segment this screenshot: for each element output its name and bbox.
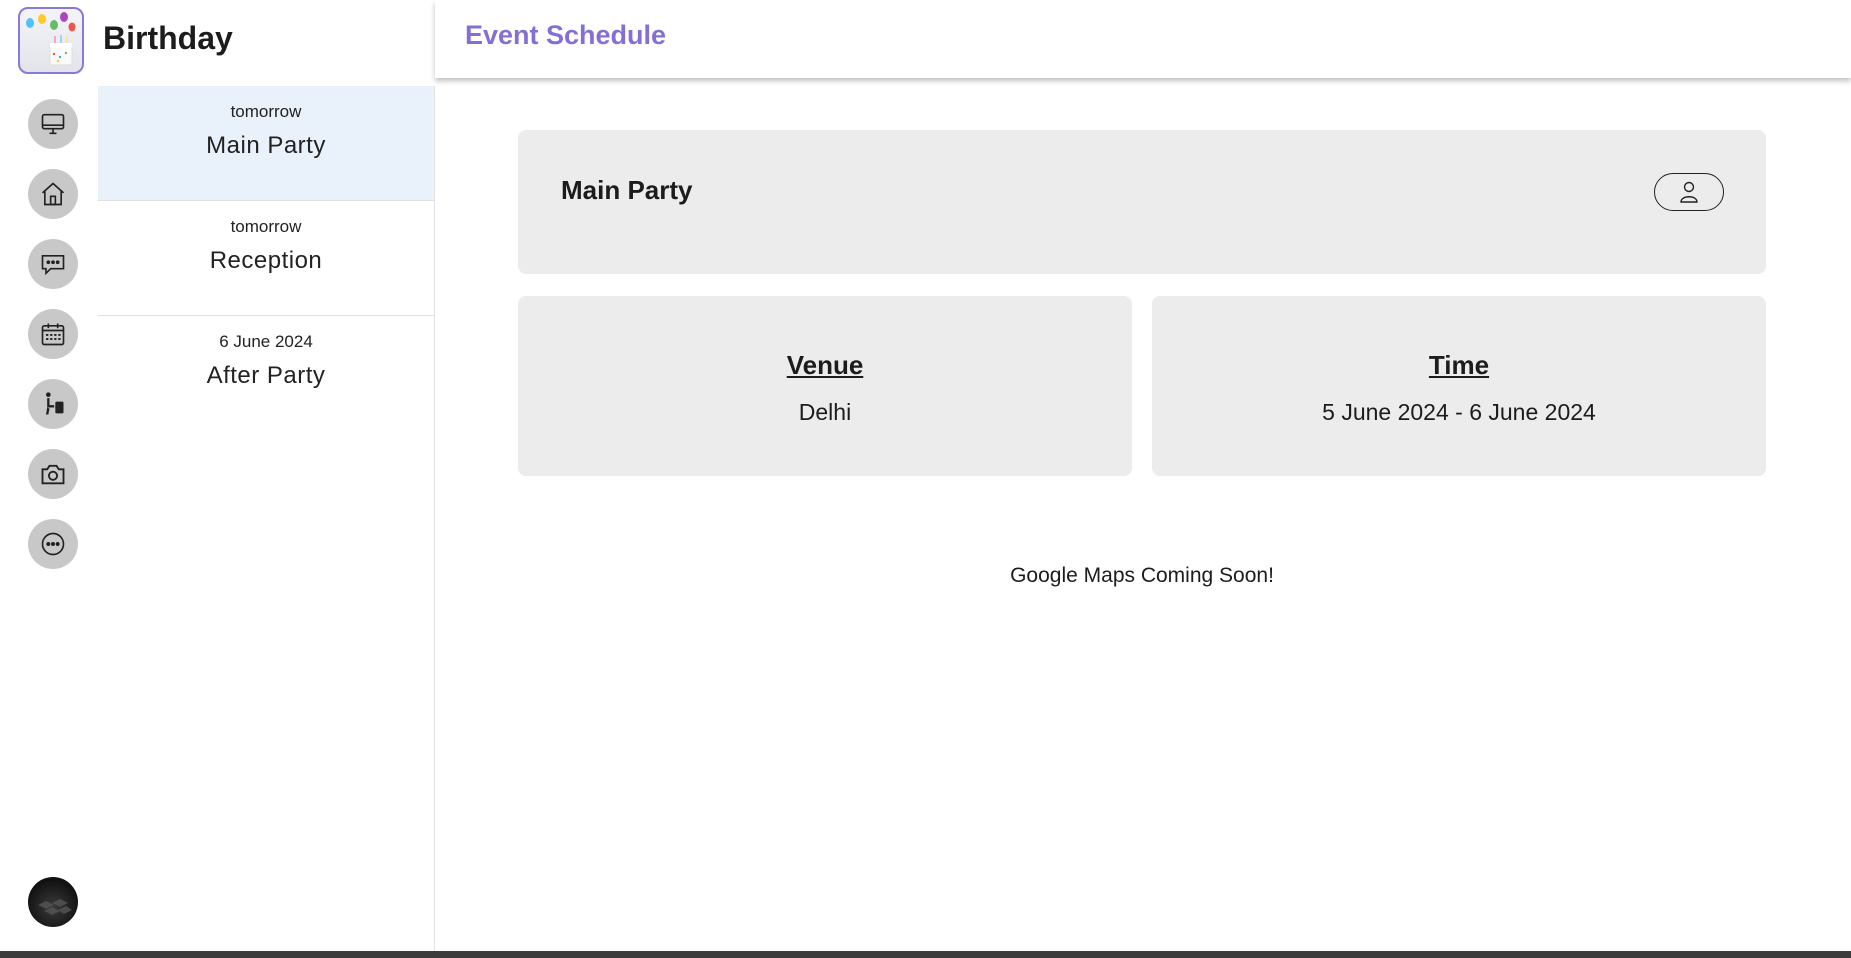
event-name: Main Party	[206, 132, 326, 159]
rail-button-calendar[interactable]	[28, 309, 78, 359]
rail-button-monitor[interactable]	[28, 99, 78, 149]
event-date: 6 June 2024	[219, 332, 313, 351]
app-title: Birthday	[103, 20, 233, 56]
event-item-after-party[interactable]: 6 June 2024 After Party	[98, 316, 434, 431]
more-icon	[41, 532, 65, 556]
time-card: Time 5 June 2024 - 6 June 2024	[1152, 296, 1766, 476]
venue-card: Venue Delhi	[518, 296, 1132, 476]
monitor-icon	[41, 113, 65, 135]
venue-value: Delhi	[798, 399, 852, 425]
top-header: Event Schedule	[435, 0, 1851, 78]
person-icon	[1680, 181, 1698, 203]
time-heading: Time	[1428, 350, 1490, 380]
home-icon	[41, 182, 65, 206]
rail-button-home[interactable]	[28, 169, 78, 219]
user-avatar[interactable]	[28, 877, 78, 927]
rail-button-chat[interactable]	[28, 239, 78, 289]
attendees-button[interactable]	[1654, 173, 1724, 211]
maps-placeholder-text: Google Maps Coming Soon!	[1010, 564, 1274, 587]
birthday-cake-logo	[26, 12, 76, 66]
venue-heading: Venue	[786, 350, 864, 380]
avatar-image	[38, 899, 72, 915]
calendar-icon	[41, 323, 65, 346]
event-title-card: Main Party	[518, 130, 1766, 274]
rail-button-accessibility[interactable]	[28, 379, 78, 429]
accessibility-icon	[46, 392, 64, 415]
event-name: After Party	[206, 362, 326, 389]
time-value: 5 June 2024 - 6 June 2024	[1322, 399, 1596, 425]
page-title: Event Schedule	[465, 20, 667, 50]
rail-button-camera[interactable]	[28, 449, 78, 499]
event-list: tomorrow Main Party tomorrow Reception 6…	[98, 86, 435, 958]
event-date: tomorrow	[230, 217, 302, 236]
app-logo[interactable]	[18, 7, 84, 74]
camera-icon	[41, 464, 65, 485]
event-name: Reception	[209, 247, 323, 274]
event-item-main-party[interactable]: tomorrow Main Party	[98, 86, 434, 201]
event-date: tomorrow	[230, 102, 302, 121]
rail-button-more[interactable]	[28, 519, 78, 569]
event-title: Main Party	[561, 175, 693, 205]
chat-icon	[41, 255, 65, 276]
window-bottom-edge	[0, 951, 1851, 958]
event-item-reception[interactable]: tomorrow Reception	[98, 201, 434, 316]
